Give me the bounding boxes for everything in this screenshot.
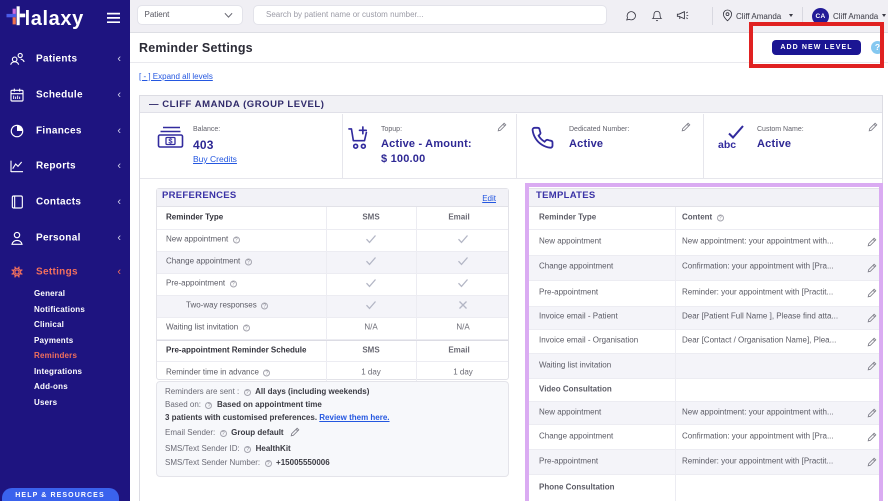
svg-text:lalaxy: lalaxy [25,8,84,30]
